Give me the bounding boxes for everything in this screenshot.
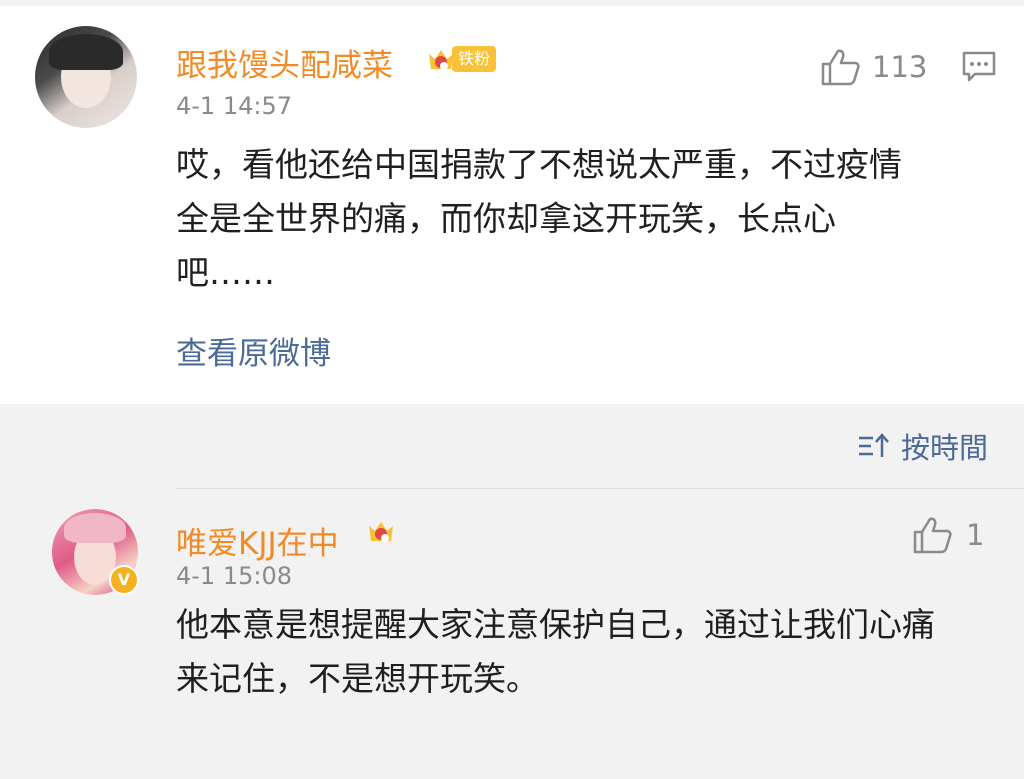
username[interactable]: 跟我馒头配咸菜 bbox=[176, 40, 393, 85]
thumbs-up-icon bbox=[821, 49, 860, 86]
comment-line: 全是全世界的痛，而你却拿这开玩笑，长点心 bbox=[176, 199, 836, 238]
fan-badge: 铁粉 bbox=[426, 44, 497, 74]
reply-content: 他本意是想提醒大家注意保护自己，通过让我们心痛 来记住，不是想开玩笑。 bbox=[176, 598, 1006, 706]
verified-icon: V bbox=[109, 565, 139, 595]
comment-content: 哎，看他还给中国捐款了不想说太严重，不过疫情 全是全世界的痛，而你却拿这开玩笑，… bbox=[176, 138, 1006, 300]
view-original-link[interactable]: 查看原微博 bbox=[176, 328, 331, 373]
comment-icon[interactable] bbox=[961, 50, 997, 82]
reply-username[interactable]: 唯爱KJJ在中 bbox=[176, 518, 339, 563]
divider bbox=[176, 488, 1024, 489]
reply-like-button[interactable]: 1 bbox=[912, 516, 984, 554]
reply-line: 他本意是想提醒大家注意保护自己，通过让我们心痛 bbox=[176, 605, 935, 644]
reply-time: 4-1 15:08 bbox=[176, 562, 292, 590]
comment-time: 4-1 14:57 bbox=[176, 92, 292, 120]
sort-icon bbox=[858, 433, 889, 457]
like-button[interactable]: 113 bbox=[820, 48, 927, 86]
crown-badge-icon bbox=[369, 522, 393, 542]
sort-toggle[interactable]: 按時間 bbox=[857, 425, 988, 467]
sort-label: 按時間 bbox=[900, 431, 988, 465]
thumbs-up-icon bbox=[913, 517, 952, 554]
reply-crown-badge bbox=[366, 516, 396, 546]
comment-line: 哎，看他还给中国捐款了不想说太严重，不过疫情 bbox=[176, 145, 902, 184]
avatar[interactable] bbox=[35, 26, 137, 128]
like-count: 113 bbox=[872, 50, 928, 84]
avatar-hair bbox=[64, 513, 126, 543]
avatar-hair bbox=[49, 34, 123, 70]
crown-badge-icon bbox=[429, 50, 453, 70]
fan-tag: 铁粉 bbox=[452, 46, 497, 72]
reply-line: 来记住，不是想开玩笑。 bbox=[176, 659, 539, 698]
comment-line: 吧…… bbox=[176, 253, 275, 292]
reply-like-count: 1 bbox=[966, 518, 985, 552]
